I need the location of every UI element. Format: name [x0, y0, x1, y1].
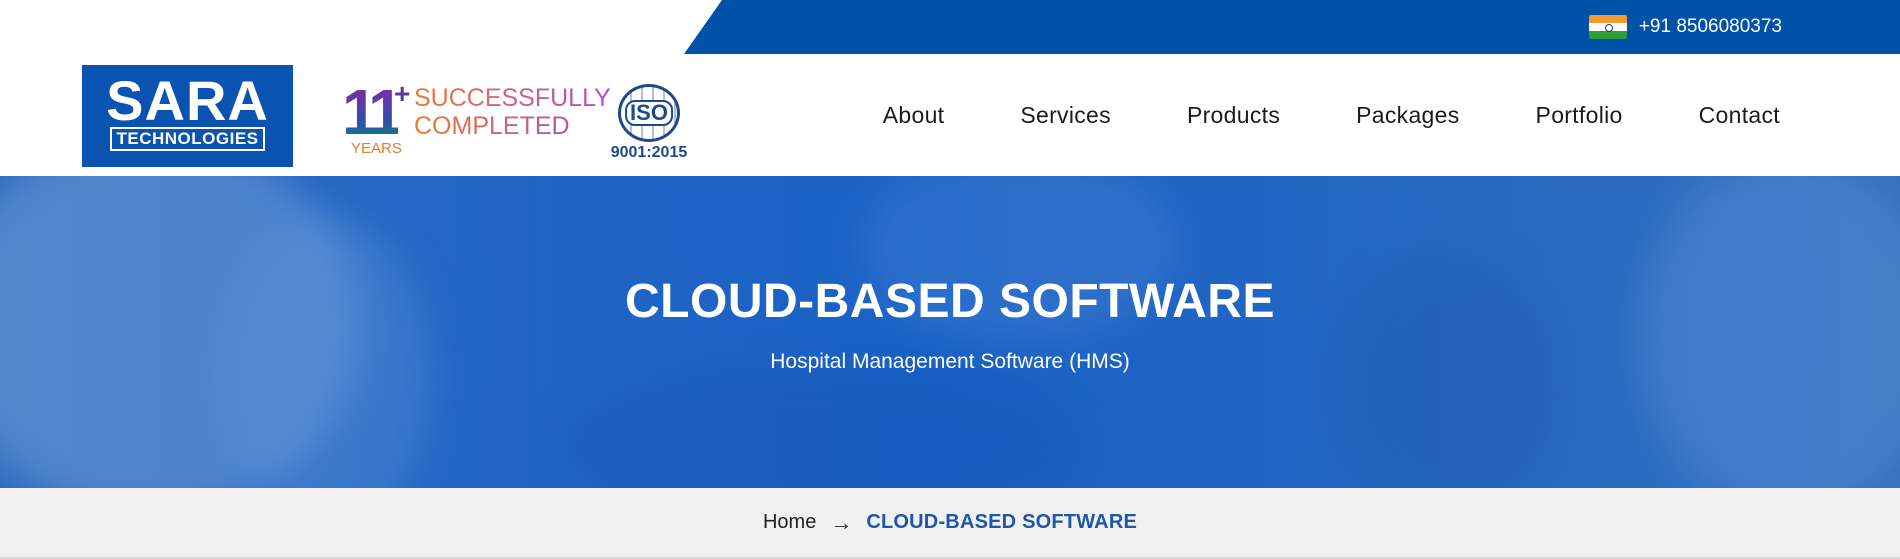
- breadcrumb-home[interactable]: Home: [763, 511, 816, 534]
- phone-number[interactable]: +91 8506080373: [1639, 16, 1782, 38]
- success-line-1: SUCCESSFULLY: [414, 84, 611, 112]
- top-bar: +91 8506080373: [684, 0, 1900, 54]
- site-header: SARA TECHNOLOGIES 11 + YEARS SUCCESSFULL…: [0, 54, 1900, 176]
- page-subtitle: Hospital Management Software (HMS): [770, 350, 1130, 373]
- nav-contact[interactable]: Contact: [1699, 102, 1780, 129]
- nav-packages[interactable]: Packages: [1356, 102, 1459, 129]
- iso-globe-icon: ISO: [618, 84, 680, 142]
- breadcrumb-current: CLOUD-BASED SOFTWARE: [866, 511, 1138, 533]
- logo-text-primary: SARA: [106, 69, 269, 132]
- nav-about[interactable]: About: [883, 102, 945, 129]
- nav-services[interactable]: Services: [1020, 102, 1111, 129]
- nav-portfolio[interactable]: Portfolio: [1536, 102, 1623, 129]
- success-line-2: COMPLETED: [414, 112, 611, 140]
- iso-certification-badge: ISO 9001:2015: [606, 84, 692, 164]
- years-number: 11: [342, 76, 404, 148]
- hero-banner: CLOUD-BASED SOFTWARE Hospital Management…: [0, 176, 1900, 488]
- years-badge: 11 + YEARS SUCCESSFULLY COMPLETED: [342, 76, 611, 160]
- breadcrumb: Home → CLOUD-BASED SOFTWARE: [0, 488, 1900, 559]
- iso-label: ISO: [625, 100, 673, 126]
- years-label: YEARS: [351, 140, 402, 157]
- nav-products[interactable]: Products: [1187, 102, 1280, 129]
- sara-technologies-logo[interactable]: SARA TECHNOLOGIES: [82, 65, 293, 167]
- phone-contact[interactable]: +91 8506080373: [1588, 0, 1782, 54]
- main-nav: About Services Products Packages Portfol…: [883, 54, 1780, 176]
- years-plus: +: [394, 78, 411, 109]
- success-text: SUCCESSFULLY COMPLETED: [414, 84, 611, 140]
- page-title: CLOUD-BASED SOFTWARE: [625, 275, 1275, 328]
- india-flag-icon: [1588, 15, 1627, 39]
- iso-number: 9001:2015: [610, 144, 688, 161]
- arrow-right-icon: →: [830, 509, 853, 535]
- logo-text-secondary: TECHNOLOGIES: [110, 127, 265, 151]
